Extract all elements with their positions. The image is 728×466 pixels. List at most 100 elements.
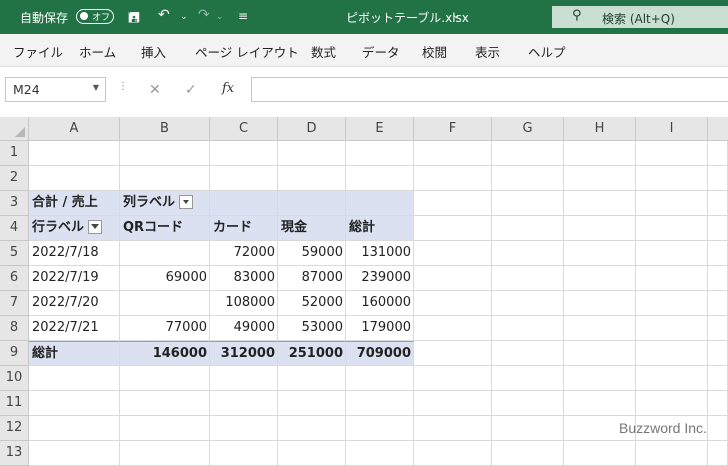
pivot-value[interactable] bbox=[120, 291, 210, 316]
grid-cell[interactable] bbox=[120, 141, 210, 166]
pivot-value[interactable]: 77000 bbox=[120, 316, 210, 341]
row-header-12[interactable]: 12 bbox=[0, 416, 29, 441]
grid-cell[interactable] bbox=[278, 366, 346, 391]
grid-cell[interactable] bbox=[120, 441, 210, 466]
column-header-c[interactable]: C bbox=[210, 117, 278, 141]
grid-cell[interactable] bbox=[492, 341, 564, 366]
enter-icon[interactable]: ✓ bbox=[185, 82, 197, 98]
row-header-10[interactable]: 10 bbox=[0, 366, 29, 391]
redo-dropdown-icon[interactable]: ⌄ bbox=[216, 12, 224, 22]
row-header-2[interactable]: 2 bbox=[0, 166, 29, 191]
grid-cell[interactable] bbox=[564, 266, 636, 291]
grid-cell[interactable] bbox=[414, 241, 492, 266]
grid-cell[interactable] bbox=[278, 416, 346, 441]
pivot-row-label[interactable]: 2022/7/19 bbox=[29, 266, 120, 291]
row-filter-icon[interactable] bbox=[88, 219, 103, 234]
grand-total-label[interactable]: 総計 bbox=[29, 341, 120, 366]
redo-icon[interactable]: ↷ bbox=[198, 7, 210, 23]
grid-cell[interactable] bbox=[564, 441, 636, 466]
name-box[interactable]: M24 ▼ bbox=[5, 77, 106, 102]
autosave-toggle[interactable]: オフ bbox=[76, 9, 114, 24]
pivot-value[interactable]: 52000 bbox=[278, 291, 346, 316]
pivot-value[interactable]: 239000 bbox=[346, 266, 414, 291]
tab-formulas[interactable]: 数式 bbox=[311, 42, 336, 61]
grid-cell[interactable] bbox=[346, 141, 414, 166]
row-header-5[interactable]: 5 bbox=[0, 241, 29, 266]
row-header-9[interactable]: 9 bbox=[0, 341, 29, 366]
grid-cell[interactable] bbox=[29, 141, 120, 166]
pivot-value[interactable]: 72000 bbox=[210, 241, 278, 266]
grid-cell[interactable] bbox=[29, 366, 120, 391]
grid-cell[interactable] bbox=[564, 166, 636, 191]
filename-chevron-icon[interactable]: ⌄ bbox=[452, 10, 460, 21]
grid-cell[interactable] bbox=[414, 391, 492, 416]
pivot-value[interactable]: 49000 bbox=[210, 316, 278, 341]
grid-cell[interactable] bbox=[708, 191, 728, 216]
grid-cell[interactable] bbox=[414, 416, 492, 441]
column-header-b[interactable]: B bbox=[120, 117, 210, 141]
grid-cell[interactable] bbox=[29, 416, 120, 441]
row-header-1[interactable]: 1 bbox=[0, 141, 29, 166]
column-header-next[interactable] bbox=[708, 117, 728, 141]
pivot-header-qr[interactable]: QRコード bbox=[120, 216, 210, 241]
pivot-cell[interactable] bbox=[210, 191, 278, 216]
tab-insert[interactable]: 挿入 bbox=[141, 42, 166, 61]
pivot-row-label[interactable]: 2022/7/21 bbox=[29, 316, 120, 341]
tab-file[interactable]: ファイル bbox=[13, 42, 63, 61]
grid-cell[interactable] bbox=[708, 391, 728, 416]
grid-cell[interactable] bbox=[636, 341, 708, 366]
grid-cell[interactable] bbox=[29, 166, 120, 191]
grid-cell[interactable] bbox=[564, 341, 636, 366]
grid-cell[interactable] bbox=[346, 366, 414, 391]
grid-cell[interactable] bbox=[708, 291, 728, 316]
grid-cell[interactable] bbox=[278, 166, 346, 191]
pivot-value[interactable]: 69000 bbox=[120, 266, 210, 291]
grid-cell[interactable] bbox=[708, 416, 728, 441]
grid-cell[interactable] bbox=[492, 266, 564, 291]
grid-cell[interactable] bbox=[708, 316, 728, 341]
grid-cell[interactable] bbox=[120, 391, 210, 416]
grid-cell[interactable] bbox=[492, 416, 564, 441]
grid-cell[interactable] bbox=[708, 441, 728, 466]
row-header-7[interactable]: 7 bbox=[0, 291, 29, 316]
grid-cell[interactable] bbox=[564, 141, 636, 166]
grid-cell[interactable] bbox=[414, 341, 492, 366]
row-header-8[interactable]: 8 bbox=[0, 316, 29, 341]
grid-cell[interactable] bbox=[210, 141, 278, 166]
grid-cell[interactable] bbox=[414, 216, 492, 241]
save-icon[interactable]: 🖪 bbox=[128, 7, 140, 31]
grid-cell[interactable] bbox=[564, 191, 636, 216]
undo-dropdown-icon[interactable]: ⌄ bbox=[180, 12, 188, 22]
grand-total-value[interactable]: 709000 bbox=[346, 341, 414, 366]
grid-cell[interactable] bbox=[492, 216, 564, 241]
row-header-3[interactable]: 3 bbox=[0, 191, 29, 216]
grid-cell[interactable] bbox=[564, 291, 636, 316]
grid-cell[interactable] bbox=[708, 141, 728, 166]
pivot-value[interactable]: 53000 bbox=[278, 316, 346, 341]
pivot-value-field[interactable]: 合計 / 売上 bbox=[29, 191, 120, 216]
grid-cell[interactable] bbox=[636, 216, 708, 241]
row-header-13[interactable]: 13 bbox=[0, 441, 29, 466]
grid-cell[interactable] bbox=[492, 166, 564, 191]
pivot-value[interactable]: 59000 bbox=[278, 241, 346, 266]
tab-view[interactable]: 表示 bbox=[475, 42, 500, 61]
tab-page-layout[interactable]: ページ レイアウト bbox=[195, 42, 299, 61]
pivot-value[interactable] bbox=[120, 241, 210, 266]
grid-cell[interactable] bbox=[636, 191, 708, 216]
grid-cell[interactable] bbox=[346, 416, 414, 441]
grid-cell[interactable] bbox=[120, 416, 210, 441]
grid-cell[interactable] bbox=[492, 191, 564, 216]
grid-cell[interactable] bbox=[492, 291, 564, 316]
pivot-value[interactable]: 179000 bbox=[346, 316, 414, 341]
grid-cell[interactable] bbox=[636, 316, 708, 341]
pivot-cell[interactable] bbox=[278, 191, 346, 216]
grid-cell[interactable] bbox=[210, 416, 278, 441]
grid-cell[interactable] bbox=[708, 241, 728, 266]
grid-cell[interactable] bbox=[29, 391, 120, 416]
file-name[interactable]: ピボットテーブル.xlsx bbox=[346, 9, 469, 26]
pivot-cell[interactable] bbox=[346, 191, 414, 216]
grid-cell[interactable] bbox=[708, 166, 728, 191]
grid-cell[interactable] bbox=[120, 366, 210, 391]
select-all-button[interactable] bbox=[0, 117, 29, 141]
grid-cell[interactable] bbox=[346, 166, 414, 191]
